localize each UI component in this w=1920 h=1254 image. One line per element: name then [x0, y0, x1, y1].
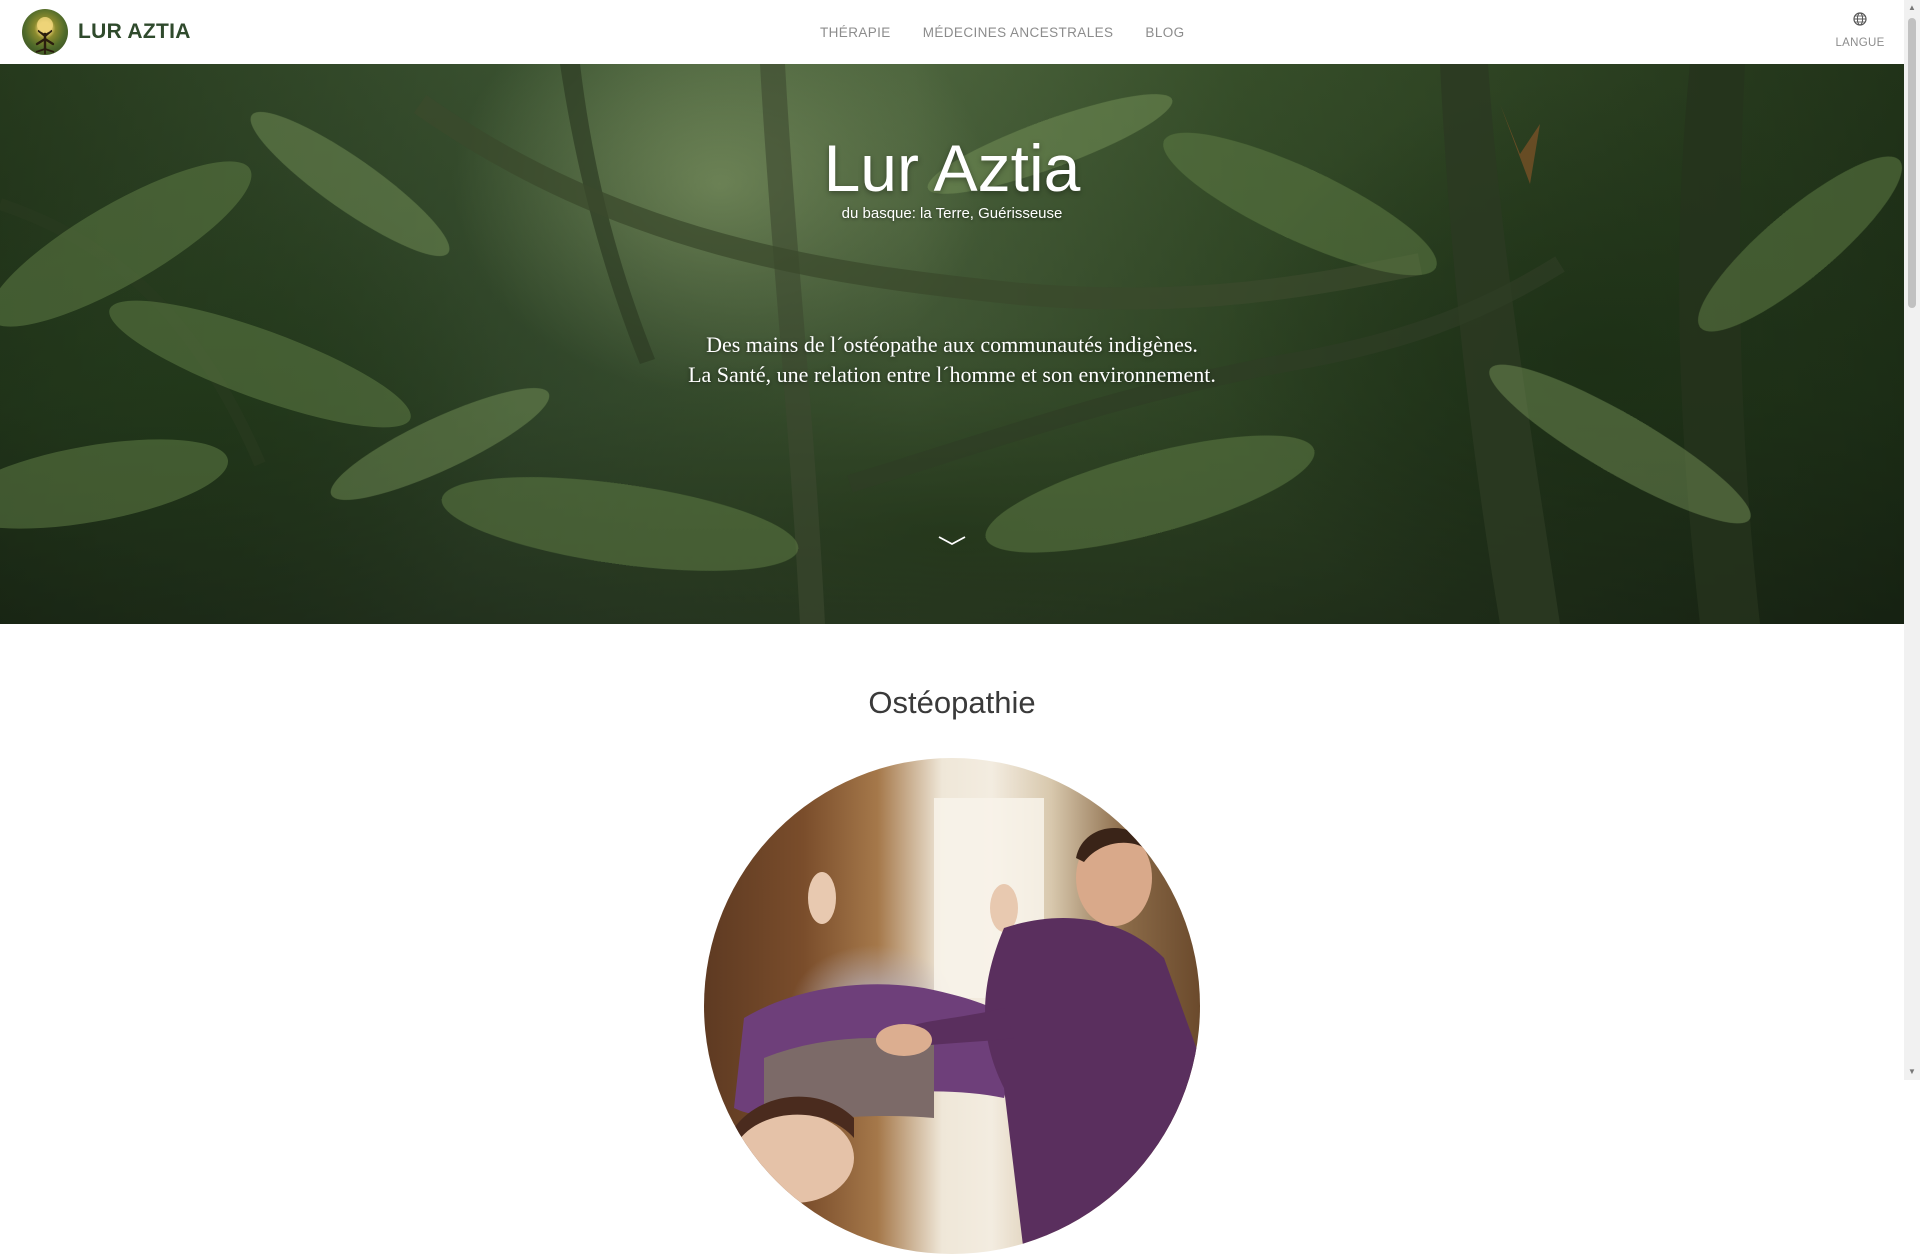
- nav-link-blog[interactable]: BLOG: [1145, 25, 1184, 40]
- chevron-down-icon[interactable]: [937, 534, 967, 550]
- hero-title: Lur Aztia: [823, 131, 1081, 205]
- main-nav: THÉRAPIE MÉDECINES ANCESTRALES BLOG: [820, 0, 1185, 64]
- osteopathy-treatment-photo: [704, 758, 1200, 1254]
- top-navbar: LUR AZTIA THÉRAPIE MÉDECINES ANCESTRALES…: [0, 0, 1904, 64]
- language-label: LANGUE: [1835, 37, 1885, 49]
- nav-link-medecines-ancestrales[interactable]: MÉDECINES ANCESTRALES: [923, 25, 1114, 40]
- hero-tagline-line-2: La Santé, une relation entre l´homme et …: [688, 362, 1216, 387]
- scroll-up-arrow-icon[interactable]: ▲: [1904, 0, 1920, 16]
- hero-subtitle: du basque: la Terre, Guérisseuse: [841, 205, 1063, 222]
- scroll-down-arrow-icon[interactable]: ▼: [1904, 1064, 1920, 1080]
- page-scrollbar[interactable]: ▲ ▼: [1904, 0, 1920, 1080]
- globe-icon: [1834, 12, 1886, 31]
- hero-tagline-line-1: Des mains de l´ostéopathe aux communauté…: [706, 332, 1198, 357]
- scrollbar-thumb[interactable]: [1908, 18, 1916, 308]
- hero-banner: Lur Aztia du basque: la Terre, Guérisseu…: [0, 64, 1904, 624]
- nav-link-therapie[interactable]: THÉRAPIE: [820, 25, 891, 40]
- brand-name: LUR AZTIA: [78, 20, 191, 43]
- hero-tagline: Des mains de l´ostéopathe aux communauté…: [0, 330, 1904, 390]
- language-selector[interactable]: LANGUE: [1834, 12, 1886, 51]
- section-title-osteopathie: Ostéopathie: [868, 685, 1036, 720]
- tree-of-life-logo-icon: [22, 9, 68, 55]
- brand-home-link[interactable]: LUR AZTIA: [22, 7, 191, 57]
